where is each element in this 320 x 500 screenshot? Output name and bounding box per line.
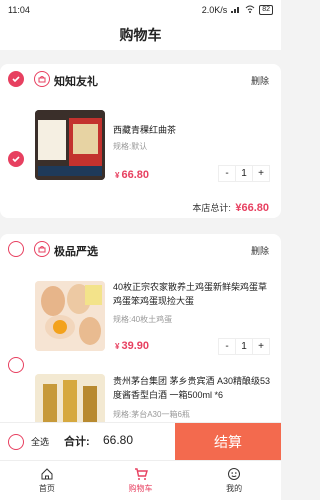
product-spec: 规格:茅台A30一箱6瓶 xyxy=(113,410,190,419)
item-checkbox[interactable] xyxy=(8,151,24,167)
tab-cart[interactable]: 购物车 xyxy=(94,461,188,500)
check-icon xyxy=(12,76,20,83)
delete-button[interactable]: 删除 xyxy=(251,244,269,257)
select-all-label[interactable]: 全选 xyxy=(31,435,49,448)
quantity-stepper: - 1 + xyxy=(218,338,270,355)
quantity-value[interactable]: 1 xyxy=(235,339,253,354)
product-image[interactable] xyxy=(35,110,105,180)
checkout-button[interactable]: 结算 xyxy=(175,423,281,461)
status-bar: 11:04 2.0K/s 82 xyxy=(0,0,281,20)
product-spec: 规格:40枚土鸡蛋 xyxy=(113,315,173,324)
status-indicators: 2.0K/s 82 xyxy=(202,5,273,15)
product-image[interactable] xyxy=(35,281,105,351)
home-icon xyxy=(41,468,53,480)
store-card: 知知友礼 删除 西藏青稞红曲茶 规格:默认 ¥66.80 - 1 + 本店总计:… xyxy=(0,64,281,218)
product-image[interactable] xyxy=(35,374,105,422)
increase-button[interactable]: + xyxy=(253,166,269,181)
page-title: 购物车 xyxy=(0,20,281,50)
product-title[interactable]: 40枚正宗农家散养土鸡蛋新鲜柴鸡蛋草鸡蛋笨鸡蛋现捡大蛋 xyxy=(113,280,273,308)
network-speed: 2.0K/s xyxy=(201,5,228,15)
decrease-button[interactable]: - xyxy=(219,339,235,354)
battery-icon: 82 xyxy=(259,5,273,15)
decrease-button[interactable]: - xyxy=(219,166,235,181)
profile-icon xyxy=(228,468,241,480)
quantity-stepper: - 1 + xyxy=(218,165,270,182)
store-name[interactable]: 极品严选 xyxy=(54,243,98,259)
select-all-checkbox[interactable] xyxy=(8,434,24,450)
store-checkbox[interactable] xyxy=(8,71,24,87)
checkout-bar: 全选 合计: 66.80 结算 xyxy=(0,422,281,461)
total-value: 66.80 xyxy=(103,433,134,447)
check-icon xyxy=(12,156,20,163)
wifi-icon xyxy=(245,5,255,15)
tab-bar: 首页 购物车 我的 xyxy=(0,460,281,500)
product-spec: 规格:默认 xyxy=(113,142,148,151)
quantity-value[interactable]: 1 xyxy=(235,166,253,181)
increase-button[interactable]: + xyxy=(253,339,269,354)
cart-list[interactable]: 知知友礼 删除 西藏青稞红曲茶 规格:默认 ¥66.80 - 1 + 本店总计:… xyxy=(0,50,281,422)
tab-label: 购物车 xyxy=(128,484,153,493)
product-title[interactable]: 贵州茅台集团 茅乡贵宾酒 A30精酿级53度酱香型白酒 一箱500ml *6 xyxy=(113,374,275,402)
store-total: 本店总计: ¥66.80 xyxy=(192,202,269,214)
total-label: 合计: xyxy=(64,436,90,448)
item-checkbox[interactable] xyxy=(8,357,24,373)
tab-profile[interactable]: 我的 xyxy=(187,461,281,500)
delete-button[interactable]: 删除 xyxy=(251,74,269,87)
tab-label: 首页 xyxy=(38,484,55,493)
product-title[interactable]: 西藏青稞红曲茶 xyxy=(113,123,213,137)
shop-icon xyxy=(34,71,50,87)
tab-label: 我的 xyxy=(226,484,243,493)
store-name[interactable]: 知知友礼 xyxy=(54,73,98,89)
cart-icon xyxy=(134,468,148,480)
store-checkbox[interactable] xyxy=(8,241,24,257)
product-price: ¥39.90 xyxy=(115,340,149,352)
status-time: 11:04 xyxy=(8,5,30,15)
store-card: 极品严选 删除 40枚正宗农家散养土鸡蛋新鲜柴鸡蛋草鸡蛋笨鸡蛋现捡大蛋 规格:4… xyxy=(0,234,281,422)
tab-home[interactable]: 首页 xyxy=(0,461,94,500)
signal-icon xyxy=(231,5,241,15)
product-price: ¥66.80 xyxy=(115,169,149,181)
shop-icon xyxy=(34,241,50,257)
